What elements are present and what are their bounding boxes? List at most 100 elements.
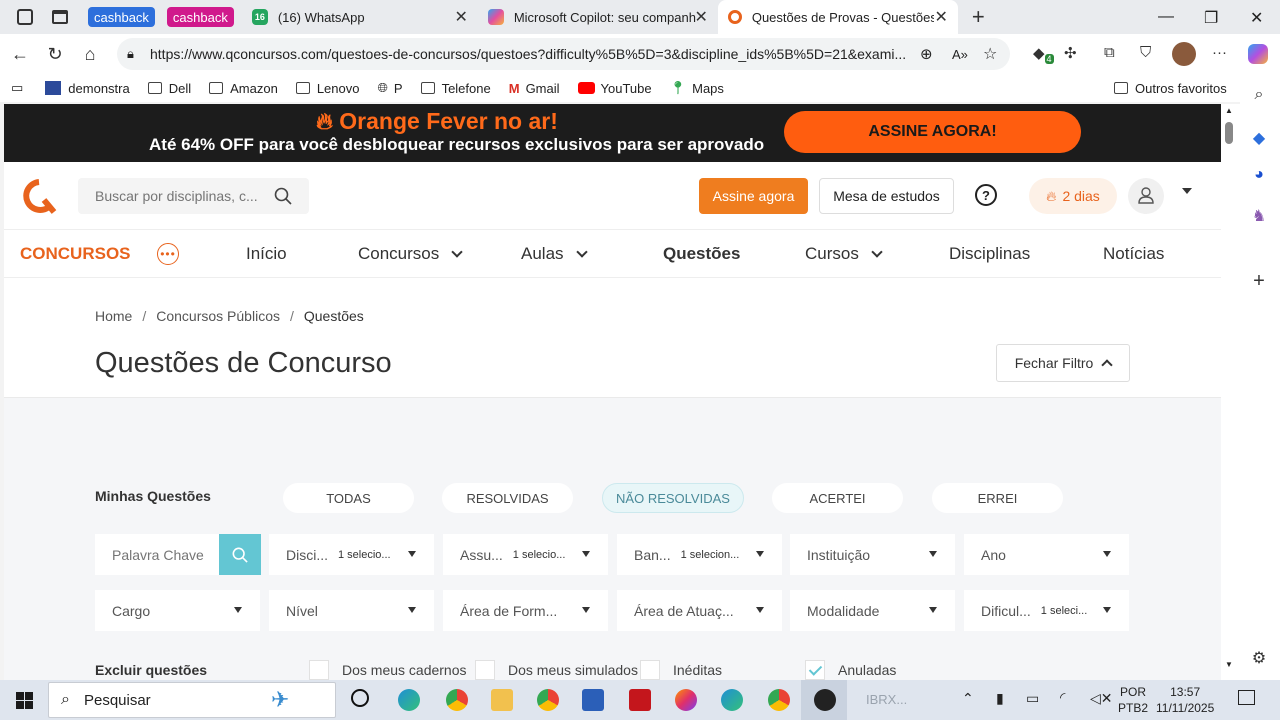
workspaces-icon[interactable] — [17, 9, 33, 25]
pill-resolvidas[interactable]: RESOLVIDAS — [442, 483, 573, 513]
minimize-icon[interactable]: — — [1158, 8, 1174, 26]
pinned-tab-cashback-1[interactable]: cashback — [88, 7, 155, 27]
bookmark-lenovo[interactable]: Lenovo — [295, 81, 359, 96]
battery-icon[interactable]: ▭ — [1026, 690, 1039, 707]
exclude-anuladas-checkbox[interactable]: Anuladas — [805, 660, 896, 680]
tab-qconcursos[interactable]: Questões de Provas - Questões d ✕ — [717, 0, 958, 34]
games-icon[interactable]: ♞ — [1250, 206, 1268, 225]
profile-avatar[interactable] — [1172, 42, 1196, 66]
toggle-filter-button[interactable]: Fechar Filtro — [996, 344, 1130, 382]
filter-dificuldade[interactable]: Dificul... 1 seleci... — [964, 590, 1129, 631]
microphone-icon[interactable]: ▮ — [996, 690, 1004, 707]
clock[interactable]: 13:57 11/11/2025 — [1156, 684, 1214, 716]
speaker-muted-icon[interactable]: ◁✕ — [1090, 690, 1113, 707]
bookmark-telefone[interactable]: Telefone — [420, 81, 491, 96]
nav-section-concursos[interactable]: CONCURSOS — [20, 244, 131, 264]
task-view-icon[interactable] — [351, 689, 369, 707]
home-icon[interactable]: ⌂ — [75, 44, 105, 65]
promo-banner[interactable]: 🔥︎ Orange Fever no ar! Até 64% OFF para … — [4, 104, 1221, 162]
page-scrollbar[interactable]: ▲ ▼ — [1221, 104, 1240, 680]
bookmark-demonstra[interactable]: demonstra — [45, 81, 130, 96]
extensions-puzzle-icon[interactable]: ✣ — [1064, 44, 1077, 62]
keyword-search[interactable] — [95, 534, 261, 575]
acrobat-app-icon[interactable] — [629, 689, 651, 711]
tab-actions-icon[interactable] — [52, 10, 68, 24]
bookmark-amazon[interactable]: Amazon — [209, 81, 278, 96]
nav-questoes[interactable]: Questões — [663, 244, 740, 264]
subscribe-button[interactable]: Assine agora — [699, 178, 808, 214]
new-tab-icon[interactable]: + — [972, 4, 985, 30]
more-menu-icon[interactable]: ··· — [1212, 44, 1227, 61]
filter-nivel[interactable]: Nível — [269, 590, 434, 631]
keyword-input[interactable] — [95, 534, 219, 575]
breadcrumb-home[interactable]: Home — [95, 308, 132, 324]
tab-whatsapp[interactable]: 16 (16) WhatsApp ✕ — [242, 0, 478, 34]
user-avatar[interactable] — [1128, 178, 1164, 214]
nav-aulas[interactable]: Aulas — [521, 244, 588, 264]
bookmark-dell[interactable]: Dell — [147, 81, 191, 96]
read-aloud-icon[interactable]: A» — [952, 47, 968, 62]
filter-area-formacao[interactable]: Área de Form... — [443, 590, 608, 631]
filter-disciplina[interactable]: Disci... 1 selecio... — [269, 534, 434, 575]
bookmark-youtube[interactable]: YouTube — [577, 81, 652, 96]
lock-icon[interactable]: 🔒︎ — [127, 46, 134, 62]
word-app-icon[interactable] — [582, 689, 604, 711]
bookmark-gmail[interactable]: M Gmail — [509, 81, 560, 96]
shopping-tag-icon[interactable]: ◆ — [1250, 128, 1268, 147]
keyword-search-button[interactable] — [219, 534, 261, 575]
bookmark-maps[interactable]: 📍︎ Maps — [670, 80, 724, 96]
settings-gear-icon[interactable]: ⚙ — [1250, 648, 1268, 667]
chrome-app-icon[interactable] — [446, 689, 468, 711]
pinned-tab-cashback-2[interactable]: cashback — [166, 7, 234, 27]
promo-subscribe-button[interactable]: ASSINE AGORA! — [784, 111, 1081, 153]
more-options-icon[interactable]: ••• — [157, 243, 179, 265]
site-search[interactable] — [78, 178, 309, 214]
other-bookmarks[interactable]: Outros favoritos — [1114, 81, 1227, 96]
close-window-icon[interactable]: ✕ — [1250, 8, 1263, 28]
extension-icon[interactable]: ◆ 4 — [1033, 44, 1054, 64]
streak-badge[interactable]: 🔥︎ 2 dias — [1029, 178, 1117, 214]
file-explorer-icon[interactable] — [491, 689, 513, 711]
add-sidebar-icon[interactable]: + — [1250, 270, 1268, 292]
close-tab-icon[interactable]: ✕ — [694, 7, 707, 27]
pill-todas[interactable]: TODAS — [283, 483, 414, 513]
address-bar[interactable]: 🔒︎ https://www.qconcursos.com/questoes-d… — [117, 38, 1010, 70]
bookmark-p[interactable]: 🌐︎ P — [377, 80, 402, 96]
exclude-ineditas-checkbox[interactable]: Inéditas — [640, 660, 722, 680]
refresh-icon[interactable]: ↻ — [40, 44, 70, 65]
nav-cursos[interactable]: Cursos — [805, 244, 883, 264]
collections-icon[interactable]: ⧉ — [1104, 44, 1115, 61]
help-icon[interactable]: ? — [975, 184, 997, 206]
edge-drop-icon[interactable]: ◕ — [1250, 166, 1268, 184]
chrome-profile-icon[interactable] — [537, 689, 559, 711]
filter-cargo[interactable]: Cargo — [95, 590, 260, 631]
chrome-second-profile-icon[interactable] — [768, 689, 790, 711]
qconcursos-logo[interactable] — [20, 178, 58, 214]
breadcrumb-concursos-publicos[interactable]: Concursos Públicos — [156, 308, 280, 324]
filter-assunto[interactable]: Assu... 1 selecio... — [443, 534, 608, 575]
close-tab-icon[interactable]: ✕ — [454, 7, 467, 27]
favorite-star-icon[interactable]: ☆ — [983, 44, 997, 64]
sidebar-toggle-icon[interactable]: ▭ — [11, 80, 23, 96]
study-desk-button[interactable]: Mesa de estudos — [819, 178, 954, 214]
user-menu-caret-icon[interactable] — [1182, 188, 1192, 194]
exclude-simulados-checkbox[interactable]: Dos meus simulados — [475, 660, 638, 680]
scrollbar-thumb[interactable] — [1225, 122, 1233, 144]
edge-app-icon[interactable] — [398, 689, 420, 711]
filter-modalidade[interactable]: Modalidade — [790, 590, 955, 631]
close-tab-icon[interactable]: ✕ — [934, 7, 947, 27]
firefox-app-icon[interactable] — [675, 689, 697, 711]
pill-nao-resolvidas[interactable]: NÃO RESOLVIDAS — [602, 483, 744, 513]
back-icon[interactable]: ← — [5, 44, 35, 65]
restore-icon[interactable]: ❐ — [1204, 8, 1218, 28]
nav-noticias[interactable]: Notícias — [1103, 244, 1164, 264]
nav-inicio[interactable]: Início — [246, 244, 287, 264]
windows-start-icon[interactable] — [16, 692, 33, 709]
edge-active-app-icon[interactable] — [721, 689, 743, 711]
input-language[interactable]: POR PTB2 — [1118, 684, 1148, 716]
notifications-icon[interactable] — [1238, 690, 1255, 705]
filter-area-atuacao[interactable]: Área de Atuaç... — [617, 590, 782, 631]
search-icon[interactable] — [274, 187, 292, 205]
wifi-icon[interactable]: ◜ — [1060, 689, 1065, 706]
chevron-up-icon[interactable]: ⌃ — [962, 690, 974, 707]
